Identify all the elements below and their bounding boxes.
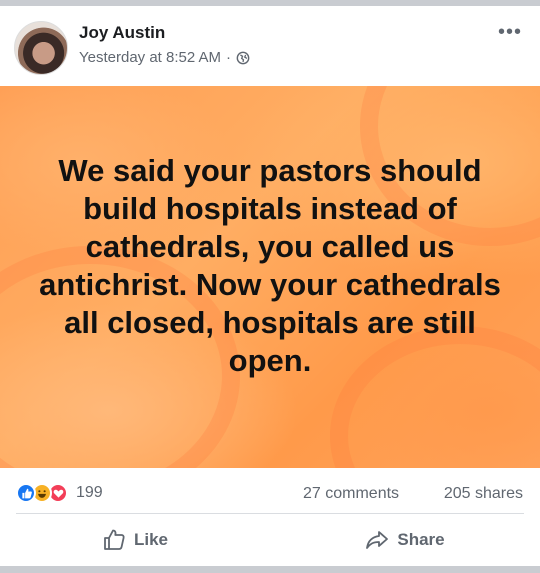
like-label: Like <box>133 530 169 549</box>
post-meta: Yesterday at 8:52 AM · <box>79 49 250 66</box>
post-actions: Like Share <box>0 514 540 566</box>
post-header: Joy Austin Yesterday at 8:52 AM · ••• <box>0 6 540 86</box>
post-card: Joy Austin Yesterday at 8:52 AM · ••• We… <box>0 6 540 566</box>
comments-count-link[interactable]: 27 comments <box>303 485 399 503</box>
author-name[interactable]: Joy Austin <box>79 23 165 43</box>
more-options-icon[interactable]: ••• <box>498 22 522 42</box>
post-image-text: We said your pastors should build hospit… <box>39 153 501 378</box>
share-button[interactable]: Share <box>270 514 540 566</box>
share-arrow-icon <box>366 531 389 549</box>
globe-icon[interactable] <box>236 51 250 65</box>
post-image[interactable]: We said your pastors should build hospit… <box>0 86 540 468</box>
post-timestamp[interactable]: Yesterday at 8:52 AM <box>79 49 221 66</box>
thumbs-up-icon <box>104 529 125 550</box>
share-label: Share <box>397 530 445 549</box>
like-button[interactable]: Like <box>0 514 270 566</box>
author-avatar[interactable] <box>14 21 68 75</box>
reaction-count: 199 <box>76 484 103 501</box>
shares-count-link[interactable]: 205 shares <box>444 485 523 503</box>
meta-separator: · <box>226 49 232 66</box>
reactions-summary[interactable]: 199 <box>16 483 103 503</box>
like-reaction-icon <box>16 483 36 503</box>
post-stats: 199 27 comments 205 shares <box>0 473 540 513</box>
